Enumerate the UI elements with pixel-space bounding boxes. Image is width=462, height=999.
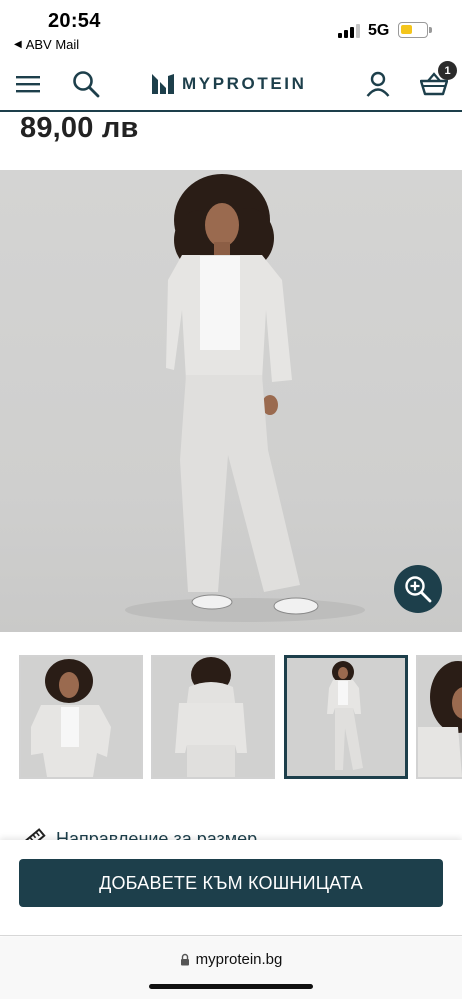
menu-button[interactable]: [10, 58, 46, 110]
back-arrow-icon: ◀: [14, 39, 22, 50]
site-header: MYPROTEIN: [0, 58, 462, 112]
thumbnail-1[interactable]: [19, 655, 143, 779]
thumbnail-strip[interactable]: [0, 655, 462, 779]
thumbnail-3[interactable]: [284, 655, 408, 779]
account-button[interactable]: [360, 58, 396, 110]
zoom-button[interactable]: [394, 565, 442, 613]
site-logo[interactable]: MYPROTEIN: [152, 70, 306, 98]
status-bar: 20:54 ◀ ABV Mail 5G: [0, 0, 462, 58]
logo-icon: [152, 74, 174, 94]
thumbnail-2[interactable]: [151, 655, 275, 779]
url-display[interactable]: myprotein.bg: [0, 951, 462, 968]
product-price: 89,00 лв: [20, 112, 139, 144]
sticky-cta-bar: ДОБАВЕТЕ КЪМ КОШНИЦАТА: [0, 840, 462, 936]
thumbnail-image: [418, 661, 462, 777]
zoom-in-icon: [405, 576, 432, 603]
thumbnail-image: [327, 661, 363, 770]
thumbnail-image: [175, 657, 247, 777]
product-main-image[interactable]: [0, 170, 462, 632]
home-indicator: [149, 984, 313, 989]
back-to-app-link[interactable]: ◀ ABV Mail: [14, 37, 79, 52]
menu-icon: [16, 76, 40, 93]
network-label: 5G: [368, 22, 390, 39]
thumbnail-4[interactable]: [416, 655, 462, 779]
search-button[interactable]: [68, 58, 104, 110]
account-icon: [366, 71, 390, 97]
add-to-basket-button[interactable]: ДОБАВЕТЕ КЪМ КОШНИЦАТА: [19, 859, 443, 907]
lock-icon: [180, 953, 189, 966]
battery-icon: [398, 22, 432, 38]
thumbnail-image: [31, 659, 111, 777]
browser-address-bar[interactable]: myprotein.bg: [0, 937, 462, 999]
status-time: 20:54: [48, 10, 101, 32]
model-illustration: [125, 174, 365, 622]
basket-count-badge: 1: [438, 61, 457, 80]
back-app-label: ABV Mail: [25, 37, 80, 52]
signal-icon: [338, 24, 360, 38]
url-text: myprotein.bg: [195, 951, 283, 968]
brand-name: MYPROTEIN: [182, 74, 307, 93]
search-icon: [73, 71, 100, 98]
